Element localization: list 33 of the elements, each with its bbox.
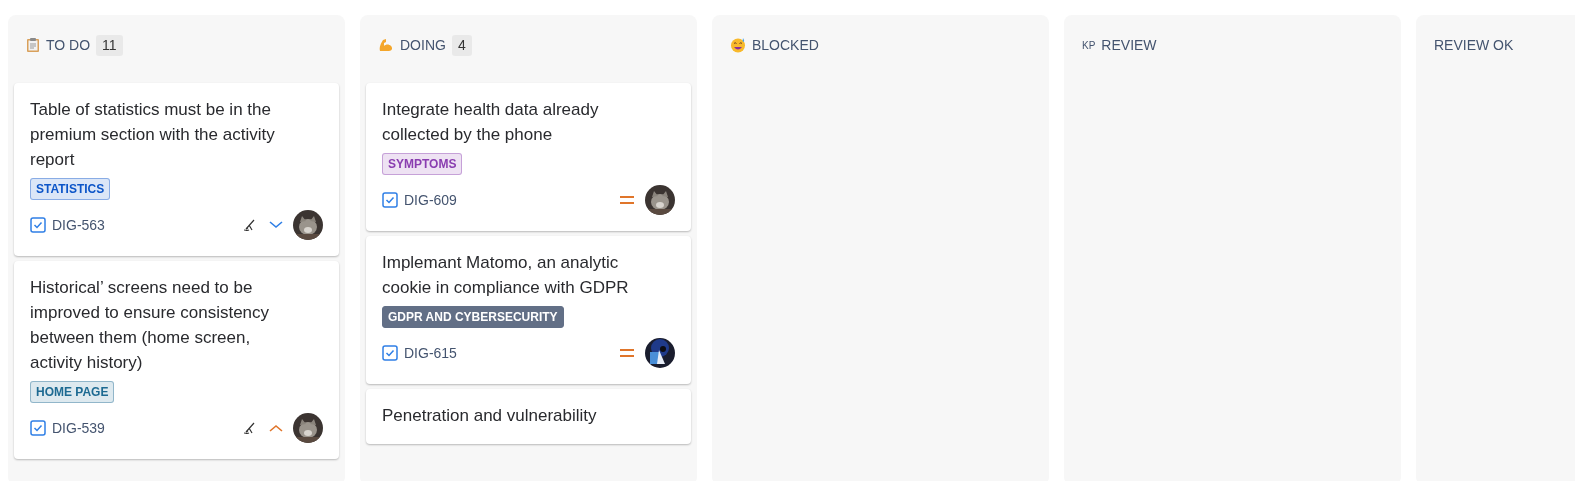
label-tag: SYMPTOMS [382, 153, 463, 175]
column-title: TO DO [46, 35, 91, 55]
task-checkbox-icon [382, 192, 398, 208]
issue-card[interactable]: Integrate health data already collected by the phone SYMPTOMS DIG-609 [366, 83, 691, 231]
issue-count: 4 [451, 34, 472, 56]
card-title: Integrate health data already collected by the phone [382, 99, 600, 146]
label-tag: STATISTICS [30, 178, 111, 200]
column-title: BLOCKED [752, 35, 819, 55]
issue-card[interactable]: Penetration and vulnerability [366, 389, 691, 444]
column-title: REVIEW OK [1434, 35, 1514, 55]
issue-key[interactable]: DIG-615 [404, 342, 457, 364]
column-title: DOING [400, 35, 446, 55]
issue-card[interactable]: Table of statistics must be in the premium section with the activity report STATISTICS DIG-563 [14, 83, 339, 256]
issue-key[interactable]: DIG-609 [404, 189, 457, 211]
column-prefix: KP [1082, 38, 1096, 53]
label-tag: HOME PAGE [30, 381, 115, 403]
card-title: Historical’ screens need to be improved to ensure consistency between them (home screen, activity history) [30, 277, 271, 374]
card-title: Implemant Matomo, an analytic cookie in compliance with GDPR [382, 252, 630, 299]
label-tag: GDPR AND CYBERSECURITY [382, 306, 564, 328]
task-checkbox-icon [382, 345, 398, 361]
flexed-arm-icon [378, 37, 394, 53]
smiley-icon [730, 37, 746, 53]
issue-card[interactable]: Historical’ screens need to be improved to ensure consistency between them (home screen, activity history) HOME PAGE DIG-539 [14, 261, 339, 459]
clipboard-icon [26, 37, 40, 53]
task-checkbox-icon [30, 420, 46, 436]
card-title: Penetration and vulnerability [382, 405, 598, 427]
issue-key[interactable]: DIG-563 [52, 214, 105, 236]
task-checkbox-icon [30, 217, 46, 233]
issue-card[interactable]: Implemant Matomo, an analytic cookie in compliance with GDPR GDPR AND CYBERSECURITY DIG-615 [366, 236, 691, 384]
card-title: Table of statistics must be in the premium section with the activity report [30, 99, 276, 171]
issue-count: 11 [96, 34, 123, 56]
issue-key[interactable]: DIG-539 [52, 417, 105, 439]
column-title: REVIEW [1101, 35, 1157, 55]
